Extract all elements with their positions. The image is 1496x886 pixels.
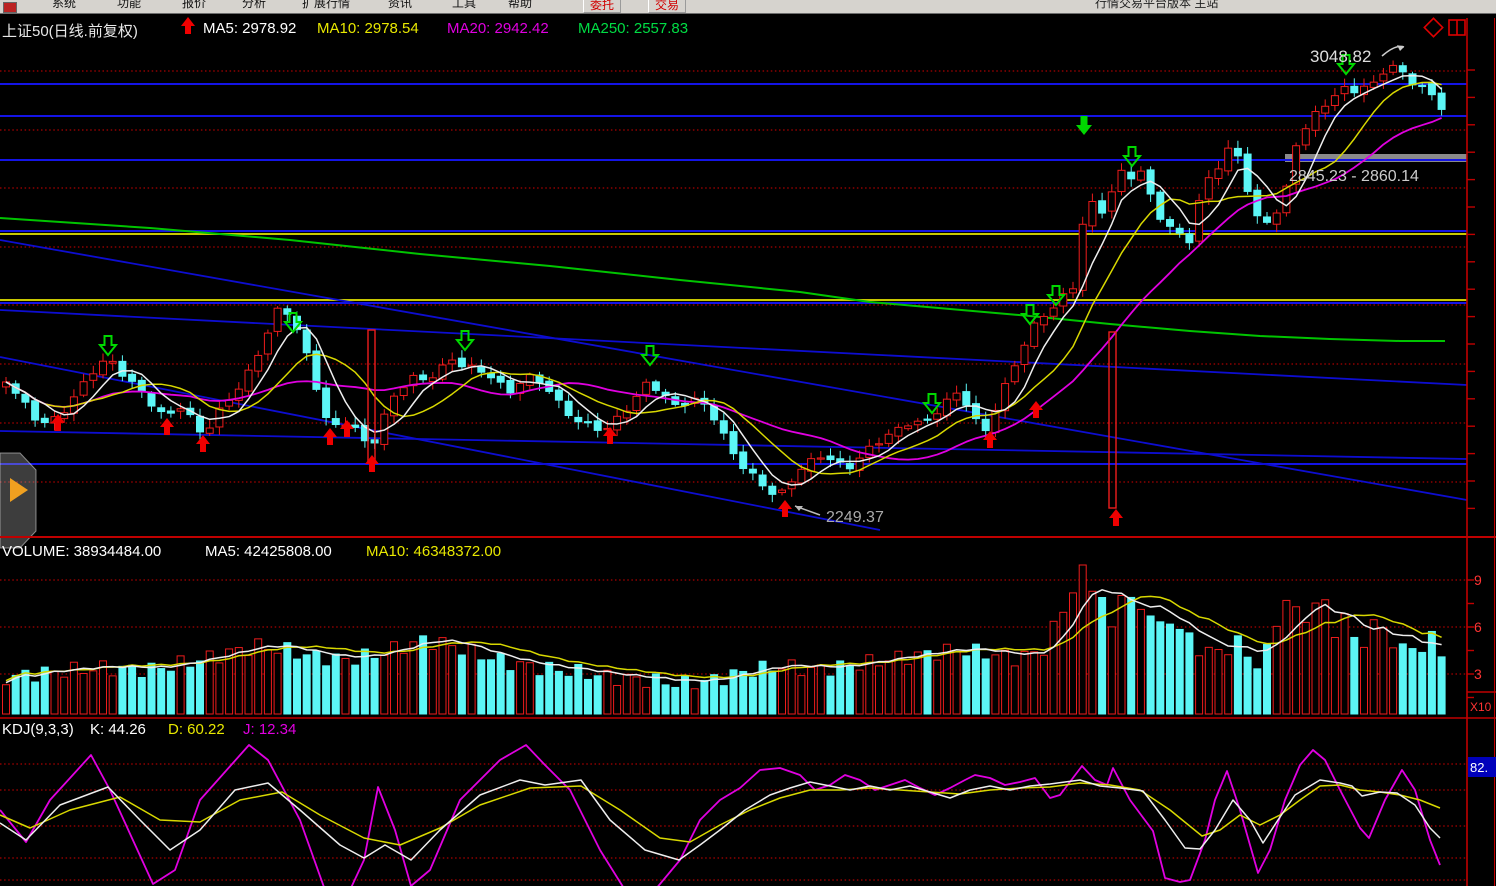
volume-label-2: MA10: 46348372.00: [366, 543, 501, 560]
kdj-pane[interactable]: [0, 718, 1467, 886]
volume-axis-label: 6: [1474, 619, 1482, 635]
menu-bar: 行情交易平台版本 主站 系统 功能 报价 分析 扩展行情 资讯 工具 帮助 委托 交易: [0, 0, 1496, 14]
trading-app-window: 行情交易平台版本 主站 系统 功能 报价 分析 扩展行情 资讯 工具 帮助 委托 交易 上证50(…: [0, 0, 1496, 886]
volume-axis-label: 3: [1474, 666, 1482, 682]
ma-label-3: MA250: 2557.83: [578, 20, 688, 37]
menu-item-7[interactable]: 帮助: [508, 0, 532, 11]
kdj-axis-value: 82.: [1470, 760, 1488, 775]
kdj-label-2: D: 60.22: [168, 721, 225, 738]
main-chart-pane[interactable]: [0, 18, 1467, 537]
volume-label-0: VOLUME: 38934484.00: [2, 543, 161, 560]
menu-item-6[interactable]: 工具: [452, 0, 476, 11]
kdj-label-3: J: 12.34: [243, 721, 296, 738]
menu-item-4[interactable]: 扩展行情: [302, 0, 350, 11]
volume-label-1: MA5: 42425808.00: [205, 543, 332, 560]
menu-hot-button-1[interactable]: 交易: [648, 0, 686, 13]
kdj-label-1: K: 44.26: [90, 721, 146, 738]
volume-axis-label: 9: [1474, 572, 1482, 588]
menu-item-0[interactable]: 系统: [52, 0, 76, 11]
app-icon: [3, 2, 17, 13]
volume-pane[interactable]: [0, 541, 1467, 718]
menu-item-3[interactable]: 分析: [242, 0, 266, 11]
kdj-label-0: KDJ(9,3,3): [2, 721, 74, 738]
menu-hot-button-0[interactable]: 委托: [583, 0, 621, 13]
menu-item-2[interactable]: 报价: [182, 0, 206, 11]
ma-label-2: MA20: 2942.42: [447, 20, 549, 37]
ma-label-0: MA5: 2978.92: [203, 20, 296, 37]
chart-canvas[interactable]: 3048.822845.23 - 2860.142249.37963X1082.: [0, 0, 1496, 886]
ma-label-1: MA10: 2978.54: [317, 20, 419, 37]
menu-item-1[interactable]: 功能: [117, 0, 141, 11]
kdj-axis-label: 82.: [1468, 757, 1496, 777]
chart-title: 上证50(日线.前复权): [2, 20, 138, 41]
volume-multiplier-label: X10: [1470, 700, 1492, 714]
menu-item-5[interactable]: 资讯: [388, 0, 412, 11]
menu-right-status: 行情交易平台版本 主站: [1095, 0, 1218, 11]
